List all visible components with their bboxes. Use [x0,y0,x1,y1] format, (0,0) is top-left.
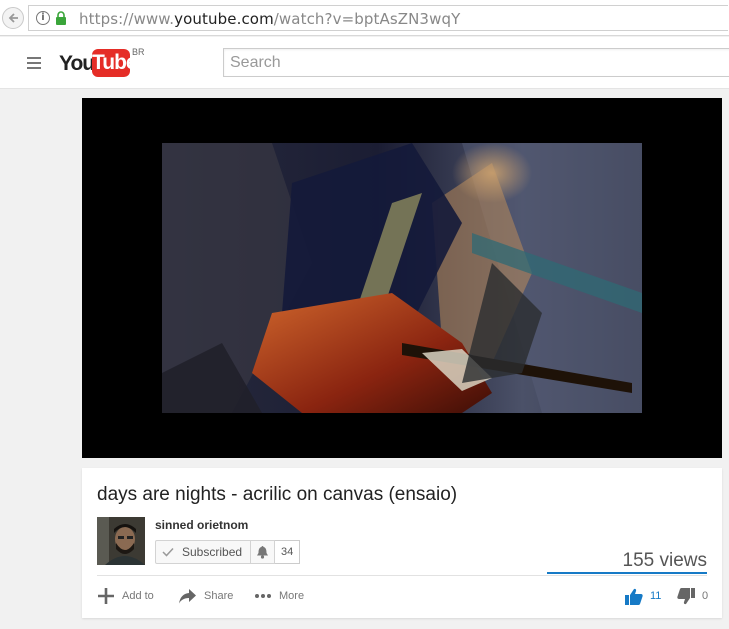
avatar-image [97,517,145,565]
search-input[interactable] [223,48,729,77]
channel-avatar[interactable] [97,517,145,565]
video-info-card: days are nights - acrilic on canvas (ens… [82,468,722,618]
dislike-count: 0 [702,590,709,602]
more-label: More [279,590,305,602]
add-to-label: Add to [122,590,154,602]
url-field[interactable]: i https://www.youtube.com/watch?v=bptAsZ… [28,5,728,31]
share-button[interactable]: Share [178,586,233,606]
lock-icon [56,11,66,25]
checkmark-icon [162,547,174,557]
subscribed-label: Subscribed [182,545,243,559]
share-label: Share [204,590,234,602]
video-still [162,143,642,413]
dislike-button[interactable]: 0 [677,586,708,606]
share-icon [179,589,196,604]
logo-you-text: You [59,52,95,75]
url-text: https://www.youtube.com/watch?v=bptAsZN3… [79,10,460,28]
video-player[interactable] [82,98,722,458]
back-button[interactable] [2,7,24,29]
subscriber-count: 34 [275,540,301,564]
hamburger-menu-icon[interactable] [27,57,41,69]
subscribe-group: Subscribed 34 [155,540,301,564]
thumbs-up-icon [625,588,643,605]
like-button[interactable]: 11 [625,586,661,606]
sentiment-bar-likes [547,572,707,574]
browser-address-bar: i https://www.youtube.com/watch?v=bptAsZ… [0,0,729,36]
bell-icon [257,546,269,559]
plus-icon [98,588,114,604]
url-scheme: https://www. [79,10,175,28]
video-frame[interactable] [162,143,642,413]
subscribed-button[interactable]: Subscribed [155,540,252,564]
sentiment-bar [547,572,707,574]
region-code: BR [132,47,145,57]
arrow-left-icon [8,13,18,23]
logo-tube-text: Tube [92,49,138,77]
divider [97,575,707,576]
site-header: You Tube BR [0,37,729,89]
url-path: /watch?v=bptAsZN3wqY [273,10,461,28]
thumbs-down-icon [677,587,695,604]
channel-name-link[interactable]: sinned orietnom [155,518,248,532]
more-button[interactable]: More [254,586,304,606]
add-to-button[interactable]: Add to [97,586,154,606]
view-count: 155 views [622,550,708,571]
url-host: youtube.com [174,10,274,28]
notification-bell-button[interactable] [251,540,276,564]
more-dots-icon [255,594,271,598]
like-count: 11 [650,590,662,602]
video-title: days are nights - acrilic on canvas (ens… [97,484,458,505]
info-icon[interactable]: i [36,11,50,25]
